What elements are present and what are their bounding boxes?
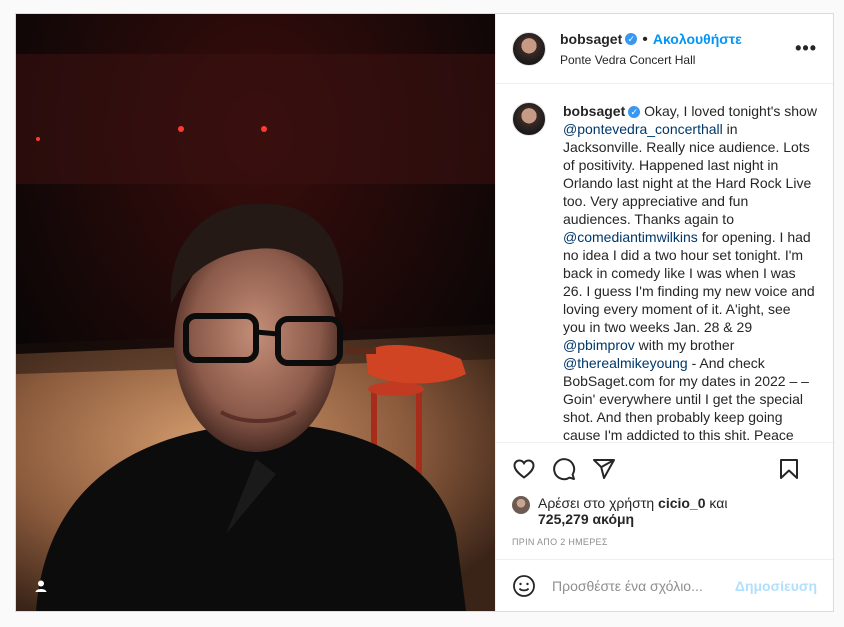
- comment-button[interactable]: [552, 457, 576, 481]
- post-photo[interactable]: [16, 14, 495, 611]
- avatar[interactable]: [512, 31, 546, 66]
- comment-icon: [553, 458, 576, 481]
- location-link[interactable]: Ponte Vedra Concert Hall: [560, 53, 742, 67]
- heart-icon: [513, 459, 535, 479]
- share-icon: [593, 459, 615, 479]
- post-card: bobsaget ✓ • Ακολουθήστε Ponte Vedra Concer…: [15, 13, 834, 612]
- caption-area: bobsaget ✓ Okay, I loved tonight's show @…: [496, 84, 833, 442]
- more-options-icon[interactable]: •••: [795, 38, 817, 59]
- mention-link[interactable]: @pbimprov: [563, 337, 635, 353]
- bookmark-icon: [780, 459, 798, 479]
- likes-summary: Αρέσει στο χρήστη cicio_0 και 725,279 ακ…: [512, 495, 817, 527]
- post-header: bobsaget ✓ • Ακολουθήστε Ponte Vedra Concer…: [496, 14, 833, 84]
- action-icons: [512, 449, 817, 489]
- post-sidebar: bobsaget ✓ • Ακολουθήστε Ponte Vedra Concer…: [495, 14, 833, 611]
- add-comment-bar: Προσθέστε ένα σχόλιο... Δημοσίευση: [496, 559, 833, 611]
- verified-badge-icon: ✓: [625, 33, 638, 46]
- mention-link[interactable]: @therealmikeyoung: [563, 355, 688, 371]
- caption-text: bobsaget ✓ Okay, I loved tonight's show @…: [563, 102, 817, 442]
- comment-input[interactable]: Προσθέστε ένα σχόλιο...: [552, 578, 735, 594]
- liker-username[interactable]: cicio_0: [658, 495, 705, 511]
- like-button[interactable]: [512, 457, 536, 481]
- mention-link[interactable]: @pontevedra_concerthall: [563, 121, 723, 137]
- avatar[interactable]: [512, 102, 546, 136]
- post-comment-button[interactable]: Δημοσίευση: [735, 578, 817, 594]
- save-button[interactable]: [777, 457, 801, 481]
- likes-text: Αρέσει στο χρήστη cicio_0 και 725,279 ακ…: [538, 495, 727, 527]
- likes-mid: και: [705, 495, 728, 511]
- actions-section: Αρέσει στο χρήστη cicio_0 και 725,279 ακ…: [496, 442, 833, 559]
- header-info: bobsaget ✓ • Ακολουθήστε Ponte Vedra Concer…: [560, 30, 742, 68]
- mention-link[interactable]: @comediantimwilkins: [563, 229, 698, 245]
- liker-avatar[interactable]: [512, 496, 530, 514]
- caption-segment: with my brother: [634, 337, 735, 353]
- follow-button[interactable]: Ακολουθήστε: [653, 31, 742, 47]
- likes-prefix: Αρέσει στο χρήστη: [538, 495, 659, 511]
- caption-username[interactable]: bobsaget: [563, 103, 625, 119]
- caption-segment: Okay, I loved tonight's show: [644, 103, 817, 119]
- likes-count[interactable]: 725,279 ακόμη: [538, 511, 634, 527]
- user-tag-icon[interactable]: [34, 579, 48, 593]
- emoji-icon[interactable]: [512, 574, 536, 598]
- post-timestamp[interactable]: ΠΡΙΝ ΑΠΟ 2 ΗΜΕΡΕΣ: [512, 537, 817, 547]
- selfie-photo-illustration: [16, 14, 495, 611]
- username[interactable]: bobsaget: [560, 31, 622, 47]
- share-button[interactable]: [592, 457, 616, 481]
- separator-dot: •: [642, 30, 648, 48]
- verified-badge-icon: ✓: [628, 106, 641, 119]
